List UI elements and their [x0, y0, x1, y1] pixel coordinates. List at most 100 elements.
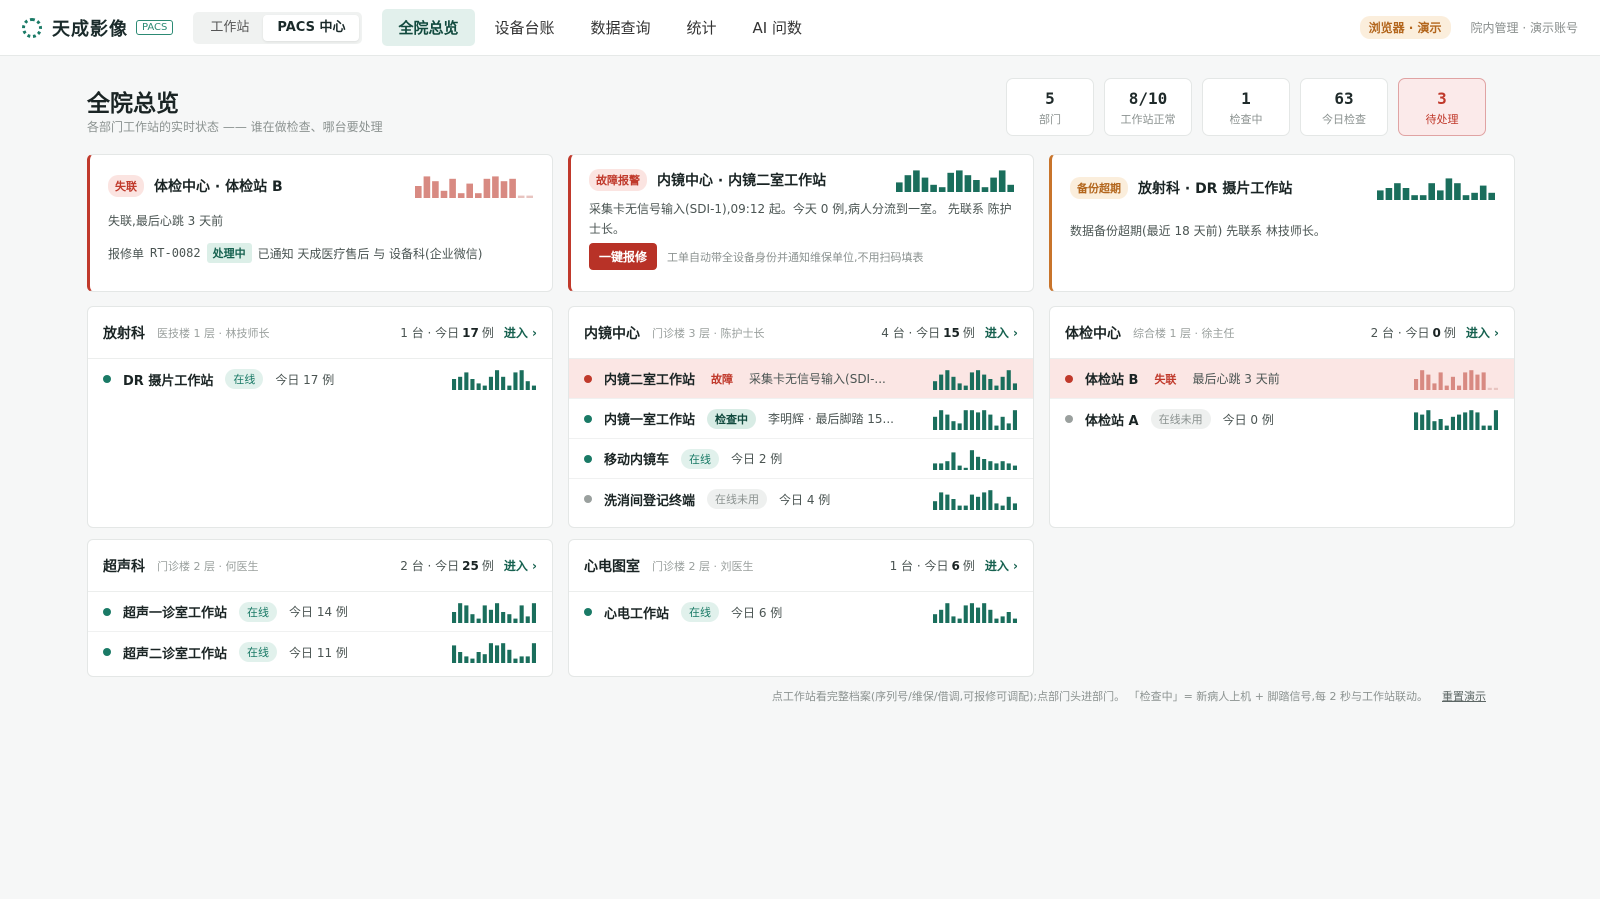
sparkline-bar	[969, 494, 974, 510]
sparkline-bar	[963, 605, 968, 623]
sparkline-bar	[519, 604, 524, 623]
stat-workstations-ok[interactable]: 8/10 工作站正常	[1104, 78, 1192, 136]
sparkline-bar	[513, 618, 518, 623]
app-logo[interactable]: 天成影像 PACS	[22, 15, 174, 41]
sparkline-bar	[1377, 190, 1384, 200]
sparkline-bar	[1006, 462, 1011, 470]
sparkline-bar	[1428, 183, 1435, 200]
sparkline-bar	[945, 460, 950, 470]
dept-enter-link[interactable]: 进入 ›	[1466, 324, 1499, 341]
ticket-id[interactable]: RT-0082	[150, 246, 201, 260]
workstation-row[interactable]: DR 摄片工作站 在线 今日 17 例	[88, 359, 552, 399]
workstation-row[interactable]: 超声一诊室工作站 在线 今日 14 例	[88, 592, 552, 632]
stat-value: 8/10	[1128, 89, 1168, 108]
mode-pacs-center[interactable]: PACS 中心	[263, 14, 360, 41]
sparkline-bar	[457, 193, 465, 198]
workstation-row[interactable]: 移动内镜车 在线 今日 2 例	[569, 439, 1033, 479]
workstation-name: 体检站 A	[1085, 413, 1139, 429]
sparkline-bar	[973, 180, 980, 192]
workstation-info: 李明辉 · 最后脚踏 15...	[768, 412, 894, 426]
sparkline-bar	[507, 385, 512, 390]
status-badge: 在线	[239, 642, 278, 662]
dept-enter-link[interactable]: 进入 ›	[985, 557, 1018, 574]
workstation-row[interactable]: 超声二诊室工作站 在线 今日 11 例	[88, 632, 552, 672]
stats-bar: 5 部门 8/10 工作站正常 1 检查中 63 今日检查 3 待处理	[996, 78, 1486, 136]
alert-card-fault[interactable]: 故障报警 内镜中心 · 内镜二室工作站 采集卡无信号输入(SDI-1),09:1…	[568, 154, 1034, 292]
nav-equipment-ledger[interactable]: 设备台账	[479, 9, 571, 46]
sparkline-bar	[976, 411, 981, 430]
sparkline-bar	[525, 615, 530, 623]
dept-header[interactable]: 超声科 门诊楼 2 层 · 何医生 2 台 · 今日 25 例进入 ›	[88, 540, 552, 592]
workstation-row[interactable]: 内镜一室工作站 检查中 李明辉 · 最后脚踏 15...	[569, 399, 1033, 439]
sparkline-bar	[896, 182, 903, 192]
dept-header[interactable]: 体检中心 综合楼 1 层 · 徐主任 2 台 · 今日 0 例进入 ›	[1050, 307, 1514, 359]
workstation-info: 今日 14 例	[289, 605, 348, 619]
sparkline-bar	[1437, 190, 1444, 200]
sparkline-bar	[464, 604, 469, 623]
sparkline-bar	[963, 505, 968, 510]
sparkline-bar	[933, 501, 938, 510]
nav-overview[interactable]: 全院总览	[382, 9, 475, 46]
sparkline-bar	[994, 462, 999, 470]
dept-header[interactable]: 心电图室 门诊楼 2 层 · 刘医生 1 台 · 今日 6 例进入 ›	[569, 540, 1033, 592]
sparkline-bar	[513, 372, 518, 390]
workstation-row[interactable]: 洗消间登记终端 在线未用 今日 4 例	[569, 479, 1033, 519]
stat-label: 工作站正常	[1120, 113, 1176, 126]
workstation-row[interactable]: 体检站 A 在线未用 今日 0 例	[1050, 399, 1514, 439]
workstation-row[interactable]: 心电工作站 在线 今日 6 例	[569, 592, 1033, 632]
activity-sparkline	[452, 370, 536, 390]
alert-card-lost[interactable]: 失联 体检中心 · 体检站 B 失联,最后心跳 3 天前 报修单 RT-0082…	[87, 154, 553, 292]
sparkline-bar	[1006, 369, 1011, 390]
sparkline-bar	[951, 376, 956, 390]
dept-card-health-check: 体检中心 综合楼 1 层 · 徐主任 2 台 · 今日 0 例进入 › 体检站 B …	[1049, 306, 1515, 528]
sparkline-bar	[1385, 188, 1393, 200]
sparkline-bar	[951, 420, 956, 430]
sparkline-bar	[933, 614, 938, 623]
ticket-status: 处理中	[206, 243, 252, 263]
dept-unit: 例	[962, 559, 975, 573]
dept-header[interactable]: 放射科 医技楼 1 层 · 林技师长 1 台 · 今日 17 例进入 ›	[88, 307, 552, 359]
sparkline-bar	[982, 458, 987, 470]
nav-data-query[interactable]: 数据查询	[575, 9, 667, 46]
mode-workstation[interactable]: 工作站	[196, 15, 263, 41]
sparkline-bar	[1475, 374, 1480, 390]
dept-header[interactable]: 内镜中心 门诊楼 3 层 · 陈护士长 4 台 · 今日 15 例进入 ›	[569, 307, 1033, 359]
nav-statistics[interactable]: 统计	[671, 9, 733, 46]
activity-sparkline	[933, 449, 1017, 470]
stat-today-exams[interactable]: 63 今日检查	[1300, 78, 1388, 136]
stat-departments[interactable]: 5 部门	[1006, 78, 1094, 136]
dept-today: 25	[462, 558, 479, 573]
dept-enter-link[interactable]: 进入 ›	[504, 324, 537, 341]
status-dot	[103, 648, 111, 656]
alert-card-backup[interactable]: 备份超期 放射科 · DR 摄片工作站 数据备份超期(最近 18 天前) 先联系…	[1049, 154, 1515, 292]
workstation-row[interactable]: 体检站 B 失联 最后心跳 3 天前	[1050, 359, 1514, 399]
sparkline-bar	[964, 175, 972, 192]
stat-pending[interactable]: 3 待处理	[1398, 78, 1486, 136]
sparkline-bar	[470, 379, 475, 390]
sparkline-bar	[525, 381, 530, 390]
dept-name: 体检中心	[1065, 325, 1121, 342]
sparkline-bar	[969, 603, 974, 623]
sparkline-bar	[519, 656, 524, 663]
status-badge: 检查中	[707, 408, 757, 429]
dept-enter-link[interactable]: 进入 ›	[985, 324, 1018, 341]
sparkline-bar	[476, 383, 481, 390]
sparkline-bar	[1006, 422, 1011, 430]
reset-demo-link[interactable]: 重置演示	[1442, 688, 1486, 704]
top-right: 浏览器 · 演示 院内管理 · 演示账号	[1359, 16, 1578, 39]
workstation-row[interactable]: 内镜二室工作站 故障 采集卡无信号输入(SDI-...	[569, 359, 1033, 399]
sparkline-bar	[464, 372, 469, 390]
nav-ai-ask[interactable]: AI 问数	[737, 9, 818, 46]
dept-count: 1 台 · 今日	[400, 326, 460, 340]
sparkline-bar	[921, 177, 929, 192]
sparkline-bar	[1481, 425, 1486, 430]
account-menu[interactable]: 院内管理 · 演示账号	[1471, 19, 1578, 36]
one-click-repair-button[interactable]: 一键报修	[589, 243, 658, 270]
dept-enter-link[interactable]: 进入 ›	[504, 557, 537, 574]
stat-checking[interactable]: 1 检查中	[1202, 78, 1290, 136]
sparkline-bar	[476, 652, 481, 663]
workstation-info: 今日 6 例	[731, 605, 783, 620]
workstation-name: 超声一诊室工作站	[123, 606, 228, 621]
sparkline-bar	[507, 649, 512, 663]
repair-hint: 工单自动带全设备身份并通知维保单位,不用扫码填表	[667, 250, 924, 264]
